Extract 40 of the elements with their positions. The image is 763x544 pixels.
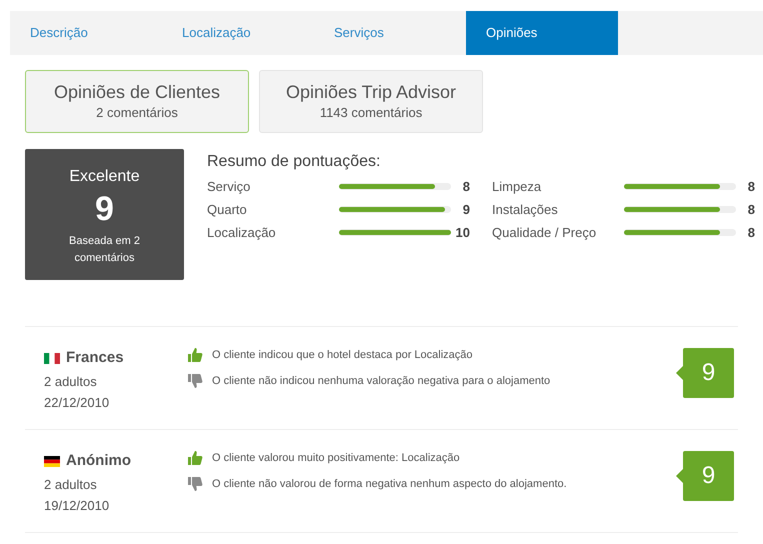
score-label: Limpeza	[492, 178, 542, 196]
overall-score: 9	[95, 189, 114, 229]
score-label: Quarto	[207, 200, 248, 219]
tab[interactable]: Descrição	[10, 11, 162, 55]
thumbs-up-icon	[187, 347, 203, 364]
flag-icon	[44, 456, 60, 467]
tab[interactable]: Localização	[162, 11, 314, 55]
review-comment: O cliente não valorou de forma negativa nenhum aspecto do alojamento.	[212, 476, 567, 492]
flag-icon	[44, 352, 60, 364]
reviewer-name: Frances	[66, 348, 124, 368]
score-value: 8	[746, 224, 755, 242]
score-basis: Baseada em 2 comentários	[68, 234, 141, 266]
review-comment: O cliente indicou que o hotel destaca por Localização	[212, 348, 473, 363]
guest-count: 2 adultos	[44, 372, 98, 390]
thumbs-down-icon	[187, 476, 203, 492]
tab[interactable]: Opiniões	[466, 11, 618, 55]
badge-pointer	[676, 366, 683, 380]
review-comment: O cliente não indicou nenhuma valoração negativa para o alojamento	[212, 374, 550, 388]
rating-label: Excelente	[69, 167, 140, 187]
score-value: 9	[462, 200, 470, 219]
reviewer-name: Anónimo	[66, 451, 131, 471]
thumbs-down-icon	[187, 372, 203, 389]
score-label: Qualidade / Preço	[492, 224, 598, 242]
score-value: 8	[746, 200, 755, 219]
thumbs-up-icon	[187, 450, 203, 466]
review-comment: O cliente valorou muito positivamente: Localização	[212, 451, 460, 466]
review-date: 22/12/2010	[44, 394, 110, 412]
tab[interactable]: Serviços	[314, 11, 466, 55]
score-label: Serviço	[207, 178, 252, 196]
score-value: 8	[746, 178, 755, 196]
score-value: 10	[454, 224, 470, 242]
score-label: Localização	[207, 224, 277, 242]
summary-title: Resumo de pontuações:	[207, 152, 382, 172]
score-label: Instalações	[492, 200, 559, 219]
review-source-tab[interactable]: Opiniões Trip Advisor 1143 comentários	[259, 70, 483, 133]
review-date: 19/12/2010	[44, 497, 110, 515]
score-value: 8	[462, 178, 470, 196]
guest-count: 2 adultos	[44, 476, 98, 494]
badge-pointer	[676, 469, 683, 483]
review-source-tab[interactable]: Opiniões de Clientes 2 comentários	[25, 70, 249, 133]
